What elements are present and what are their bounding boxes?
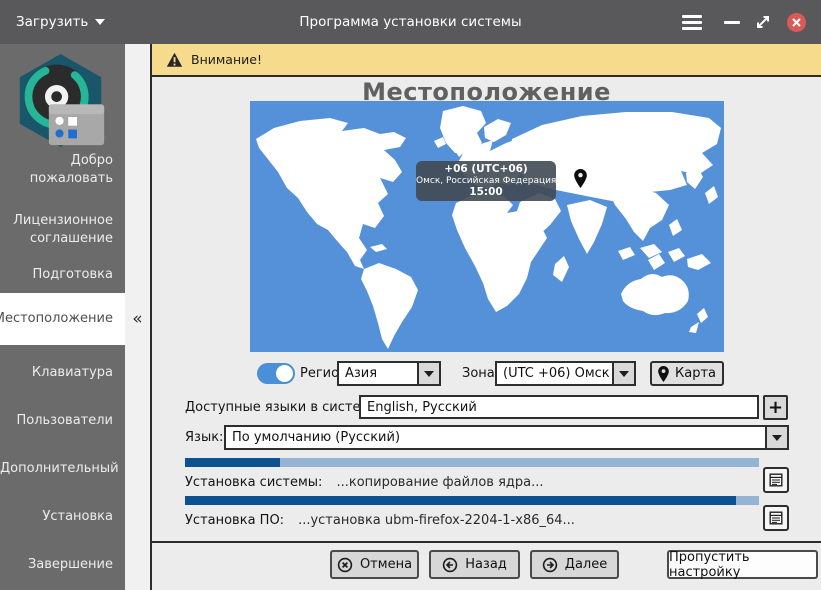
tooltip-time: 15:00 (416, 187, 556, 199)
warning-text: Внимание! (191, 52, 262, 67)
minimize-button[interactable] (722, 0, 742, 44)
next-button[interactable]: Далее (530, 550, 619, 579)
pin-icon (658, 366, 669, 382)
zone-dropdown[interactable]: (UTC +06) Омск (495, 361, 636, 386)
map-button[interactable]: Карта (650, 361, 724, 386)
software-status-text: ...установка ubm-firefox-2204-1-x86_64..… (298, 513, 575, 528)
sidebar-item-keyboard[interactable]: Клавиатура (0, 364, 125, 384)
load-button-label: Загрузить (16, 14, 88, 30)
close-icon (787, 13, 806, 32)
language-dropdown[interactable]: По умолчанию (Русский) (224, 425, 789, 450)
region-zone-row: Регион: Азия Зона: (UTC +06) Омск Карта (152, 361, 821, 387)
sidebar-item-location-selected[interactable]: Местоположение (0, 293, 125, 345)
dropdown-arrow-button[interactable] (765, 427, 787, 448)
cancel-button-label: Отмена (360, 557, 412, 572)
software-status-label: Установка ПО: (185, 513, 284, 528)
arrow-left-icon (442, 557, 458, 573)
load-button[interactable]: Загрузить (16, 0, 105, 44)
cancel-icon (337, 557, 353, 573)
warning-banner: Внимание! (152, 44, 821, 77)
toggle-knob (276, 365, 293, 382)
dropdown-arrow-button[interactable] (612, 363, 634, 384)
system-status-text: ...копирование файлов ядра... (336, 475, 543, 490)
region-value: Азия (339, 366, 417, 381)
add-language-button[interactable]: + (763, 395, 788, 420)
chevron-down-icon (772, 435, 782, 441)
sidebar-item-finish[interactable]: Завершение (0, 556, 125, 576)
system-progressbar (185, 458, 759, 467)
system-progress-fill (185, 458, 280, 467)
back-button[interactable]: Назад (429, 550, 520, 579)
system-log-button[interactable] (763, 467, 789, 493)
next-button-label: Далее (565, 557, 607, 572)
close-button[interactable] (784, 0, 808, 44)
log-icon (769, 473, 783, 487)
sidebar-item-install[interactable]: Установка (0, 508, 125, 528)
location-pin-icon (574, 169, 587, 188)
software-log-button[interactable] (763, 505, 789, 531)
zone-value: (UTC +06) Омск (497, 366, 612, 381)
world-map-image (250, 101, 724, 352)
map-mode-toggle[interactable] (257, 363, 295, 384)
software-status-row: Установка ПО: ...установка ubm-firefox-2… (185, 509, 745, 531)
software-progressbar (185, 496, 759, 505)
system-status-label: Установка системы: (185, 475, 322, 490)
tooltip-utc-offset: +06 (UTC+06) (416, 164, 556, 176)
sidebar-collapse-button[interactable]: « (125, 302, 150, 336)
sidebar: Добро пожаловать Лицензионное соглашение… (0, 44, 125, 590)
warning-icon (166, 52, 183, 68)
language-label: Язык: (185, 430, 223, 445)
chevron-down-icon (424, 371, 434, 377)
dropdown-arrow-button[interactable] (417, 363, 439, 384)
sidebar-item-users[interactable]: Пользователи (0, 412, 125, 432)
back-button-label: Назад (465, 557, 507, 572)
language-value: По умолчанию (Русский) (226, 430, 765, 445)
installer-logo-icon (12, 52, 109, 149)
cancel-button[interactable]: Отмена (330, 550, 419, 579)
arrow-right-icon (542, 557, 558, 573)
main-area: Внимание! Местоположение (150, 44, 821, 590)
zone-label: Зона: (462, 366, 499, 381)
map-button-label: Карта (675, 366, 716, 381)
available-languages-label: Доступные языки в системе: (185, 400, 383, 415)
footer-bar: Отмена Назад Далее Пропустить настройку (152, 543, 821, 590)
sidebar-gutter: « (125, 44, 150, 590)
chevron-down-icon (619, 371, 629, 377)
region-dropdown[interactable]: Азия (337, 361, 441, 386)
expand-icon (754, 13, 772, 31)
available-languages-row: Доступные языки в системе: + (152, 395, 821, 421)
sidebar-item-license[interactable]: Лицензионное соглашение (0, 212, 125, 256)
timezone-tooltip: +06 (UTC+06) Омск, Российская Федерация … (416, 161, 556, 201)
log-icon (769, 511, 783, 525)
hamburger-menu-button[interactable] (680, 0, 704, 44)
sidebar-item-preparation[interactable]: Подготовка (0, 266, 125, 286)
software-progress-fill (185, 496, 736, 505)
skip-settings-button-label: Пропустить настройку (669, 550, 816, 580)
expand-button[interactable] (752, 0, 774, 44)
sidebar-item-welcome[interactable]: Добро пожаловать (0, 152, 125, 196)
system-status-row: Установка системы: ...копирование файлов… (185, 471, 745, 493)
available-languages-input[interactable] (359, 395, 759, 419)
chevron-down-icon (95, 19, 105, 25)
sidebar-item-additional[interactable]: Дополнительный (0, 460, 125, 480)
world-map[interactable]: +06 (UTC+06) Омск, Российская Федерация … (250, 101, 724, 352)
title-bar: Загрузить Программа установки системы (0, 0, 821, 44)
default-language-row: Язык: По умолчанию (Русский) (152, 425, 821, 451)
skip-settings-button[interactable]: Пропустить настройку (667, 550, 818, 579)
content-panel: Местоположение (152, 77, 821, 543)
installer-window: Загрузить Программа установки системы (0, 0, 821, 590)
